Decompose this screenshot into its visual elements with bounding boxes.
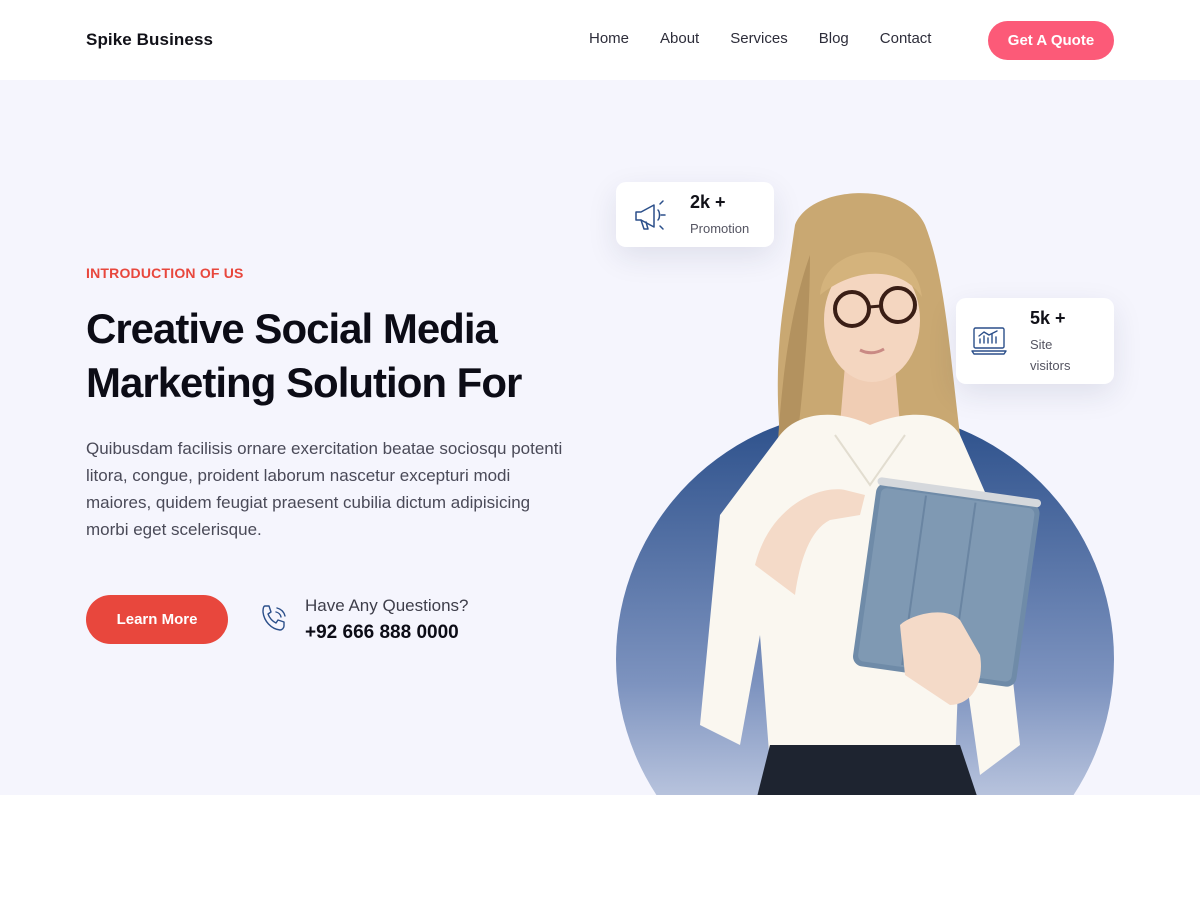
phone-number[interactable]: +92 666 888 0000	[305, 622, 459, 644]
promotion-value: 2k +	[690, 192, 726, 212]
nav-blog[interactable]: Blog	[819, 30, 849, 47]
main-nav: Home About Services Blog Contact	[589, 30, 962, 47]
learn-more-button[interactable]: Learn More	[86, 595, 228, 644]
site-header: Spike Business Home About Services Blog …	[0, 0, 1200, 80]
page-below-hero	[0, 795, 1200, 900]
hero-headline: Creative Social Media Marketing Solution…	[86, 302, 606, 410]
nav-contact[interactable]: Contact	[880, 30, 932, 47]
site-visitors-value: 5k +	[1030, 308, 1066, 328]
hero-description: Quibusdam facilisis ornare exercitation …	[86, 439, 563, 539]
questions-label: Have Any Questions?	[305, 596, 469, 615]
brand-logo[interactable]: Spike Business	[86, 30, 213, 50]
megaphone-icon	[635, 200, 666, 230]
site-visitors-stat-card: 5k + Site visitors	[956, 298, 1114, 384]
hero-section: INTRODUCTION OF US Creative Social Media…	[0, 80, 1200, 795]
headline-line-1: Creative Social Media	[86, 305, 498, 352]
site-visitors-label: Site visitors	[1030, 337, 1071, 373]
hero-eyebrow: INTRODUCTION OF US	[86, 265, 244, 281]
woman-with-tablet-image	[700, 193, 1042, 795]
phone-icon[interactable]	[258, 602, 290, 636]
nav-services[interactable]: Services	[730, 30, 788, 47]
monitor-chart-icon	[971, 327, 1007, 355]
promotion-stat-card: 2k + Promotion	[616, 182, 774, 247]
headline-line-2: Marketing Solution For	[86, 359, 522, 406]
promotion-label: Promotion	[690, 221, 750, 236]
get-quote-button[interactable]: Get A Quote	[988, 21, 1114, 60]
nav-home[interactable]: Home	[589, 30, 629, 47]
nav-about[interactable]: About	[660, 30, 699, 47]
